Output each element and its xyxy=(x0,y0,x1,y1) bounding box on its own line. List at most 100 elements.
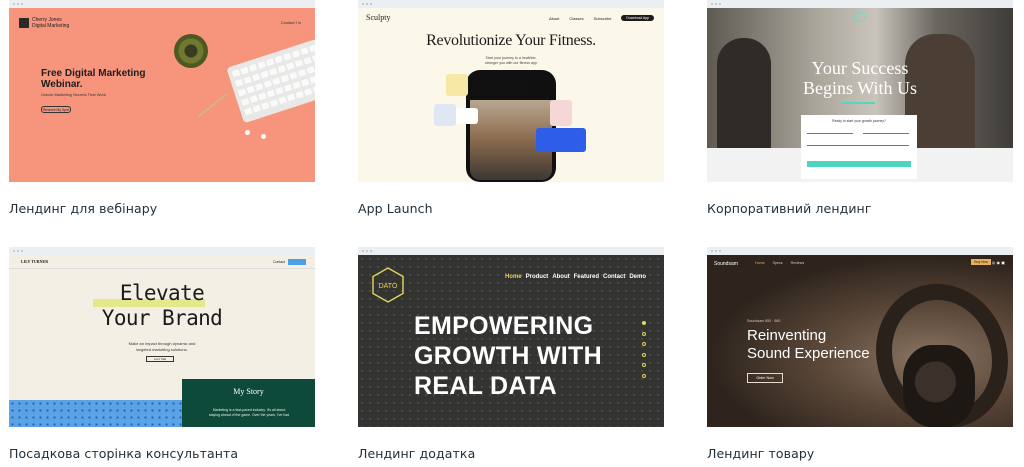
preview-nav: Contact xyxy=(272,260,285,264)
keyboard-key xyxy=(300,47,309,56)
template-caption[interactable]: Лендинг для вебінару xyxy=(9,201,315,216)
browser-bar xyxy=(358,0,664,8)
keyboard-key xyxy=(269,99,279,108)
pencil-icon xyxy=(197,92,229,118)
story-text: Marketing is a fast-paced industry. It's… xyxy=(208,408,290,417)
browser-bar xyxy=(9,0,315,8)
earbud-icon xyxy=(245,130,250,135)
preview-form: Ready to start your growth journey? xyxy=(801,115,917,179)
template-caption[interactable]: Лендинг товару xyxy=(707,446,1013,461)
preview-headline: Free Digital Marketing Webinar. xyxy=(41,68,146,90)
template-card-app[interactable]: DATO Home Product About Featured Contact… xyxy=(358,247,664,461)
person-silhouette xyxy=(717,38,771,158)
corporate-preview-image: Your Success Begins With Us Ready to star… xyxy=(707,8,1013,182)
headline-underline xyxy=(841,102,875,104)
logo-icon xyxy=(854,12,866,22)
preview-logo: LILY TURNER xyxy=(21,259,49,264)
keyboard-key xyxy=(292,81,301,90)
keyboard-key xyxy=(251,73,261,82)
webinar-preview-image: Cherry Jones Digital Marketing Contact f … xyxy=(9,8,315,182)
template-preview[interactable]: Your Success Begins With Us Ready to star… xyxy=(707,0,1013,182)
keyboard-key xyxy=(248,63,258,72)
template-card-app-launch[interactable]: Sculpty About Classes Subscribe Download… xyxy=(358,0,664,216)
slide-indicator xyxy=(642,321,648,384)
keyboard-key xyxy=(237,88,247,97)
template-caption[interactable]: Лендинг додатка xyxy=(358,446,664,461)
keyboard-key xyxy=(280,74,290,83)
keyboard-key xyxy=(294,59,304,68)
keyboard-key xyxy=(263,80,273,89)
preview-headline: EMPOWERING GROWTH WITH REAL DATA xyxy=(414,312,602,400)
template-card-consultant[interactable]: LILY TURNER Contact Elevate Your Brand Ma… xyxy=(9,247,315,461)
template-preview[interactable]: Soundsam Home Specs Reviews Buy Now ◎ ◉ … xyxy=(707,247,1013,427)
store-badge-icon xyxy=(498,86,524,91)
keyboard-key xyxy=(240,97,250,106)
keyboard-key xyxy=(275,86,284,95)
keyboard-key xyxy=(244,107,253,116)
keyboard-key xyxy=(277,65,287,73)
keyboard-key xyxy=(257,61,266,69)
keyboard-key xyxy=(283,84,293,92)
logo-icon xyxy=(19,18,29,28)
earbud-icon xyxy=(261,134,266,139)
progress-widget-icon xyxy=(536,128,586,152)
preview-tag: Soundsam 850 · 880 xyxy=(747,319,781,323)
keyboard-key xyxy=(269,67,278,76)
hexagon-logo-icon: DATO xyxy=(372,267,404,303)
keyboard-key xyxy=(266,89,276,98)
earcup-icon xyxy=(903,345,975,427)
template-card-corporate[interactable]: Your Success Begins With Us Ready to star… xyxy=(707,0,1013,216)
pattern-illustration xyxy=(9,400,182,427)
preview-cta: Buy Now xyxy=(971,259,991,265)
keyboard-key xyxy=(283,52,292,61)
preview-nav: Home Product About Featured Contact Demo xyxy=(504,274,646,280)
keyboard-key xyxy=(234,78,244,87)
template-preview[interactable]: Sculpty About Classes Subscribe Download… xyxy=(358,0,664,182)
template-card-webinar[interactable]: Cherry Jones Digital Marketing Contact f … xyxy=(9,0,315,216)
keyboard-key xyxy=(265,58,275,67)
store-badge-icon xyxy=(468,86,494,91)
keyboard-key xyxy=(258,92,267,101)
keyboard-key xyxy=(286,93,296,102)
keyboard-key xyxy=(309,75,315,84)
template-caption[interactable]: Посадкова сторінка консультанта xyxy=(9,446,315,461)
consultant-preview-image: LILY TURNER Contact Elevate Your Brand Ma… xyxy=(9,255,315,427)
keyboard-key xyxy=(289,71,298,80)
keyboard-key xyxy=(291,49,301,58)
preview-logo: Soundsam xyxy=(714,261,738,267)
preview-headline: Elevate Your Brand xyxy=(101,281,223,330)
keyboard-key xyxy=(255,82,264,91)
keyboard-key xyxy=(311,53,315,62)
chart-widget-icon xyxy=(434,104,456,126)
keyboard-key xyxy=(249,95,259,104)
keyboard-key xyxy=(312,85,315,94)
preview-logo: Sculpty xyxy=(366,13,391,22)
template-preview[interactable]: DATO Home Product About Featured Contact… xyxy=(358,247,664,427)
keyboard-key xyxy=(261,101,270,110)
template-card-product[interactable]: Soundsam Home Specs Reviews Buy Now ◎ ◉ … xyxy=(707,247,1013,461)
keyboard-key xyxy=(252,104,262,113)
keyboard-key xyxy=(274,55,284,64)
template-preview[interactable]: Cherry Jones Digital Marketing Contact f … xyxy=(9,0,315,182)
preview-button: Reserve My Spot xyxy=(41,106,71,113)
template-caption[interactable]: Корпоративний лендинг xyxy=(707,201,1013,216)
plant-icon xyxy=(174,34,208,68)
preview-button: Order Now xyxy=(747,373,783,383)
preview-header xyxy=(9,255,315,269)
template-caption[interactable]: App Launch xyxy=(358,201,664,216)
widget-icon xyxy=(550,100,572,126)
keyboard-key xyxy=(246,85,255,94)
keyboard-key xyxy=(272,77,281,86)
keyboard-key xyxy=(286,62,295,71)
keyboard-key xyxy=(295,90,304,99)
preview-nav: About Classes Subscribe Download App xyxy=(549,15,654,21)
preview-submit xyxy=(807,161,911,167)
template-preview[interactable]: LILY TURNER Contact Elevate Your Brand Ma… xyxy=(9,247,315,427)
preview-nav: Home Specs Reviews xyxy=(755,261,805,265)
stat-widget-icon xyxy=(456,108,478,124)
data-preview-image: DATO Home Product About Featured Contact… xyxy=(358,255,664,427)
keyboard-key xyxy=(308,44,315,53)
preview-subline: Make an impact through dynamic and target… xyxy=(128,341,196,352)
app-launch-preview-image: Sculpty About Classes Subscribe Download… xyxy=(358,8,664,182)
story-title: My Story xyxy=(233,387,264,396)
